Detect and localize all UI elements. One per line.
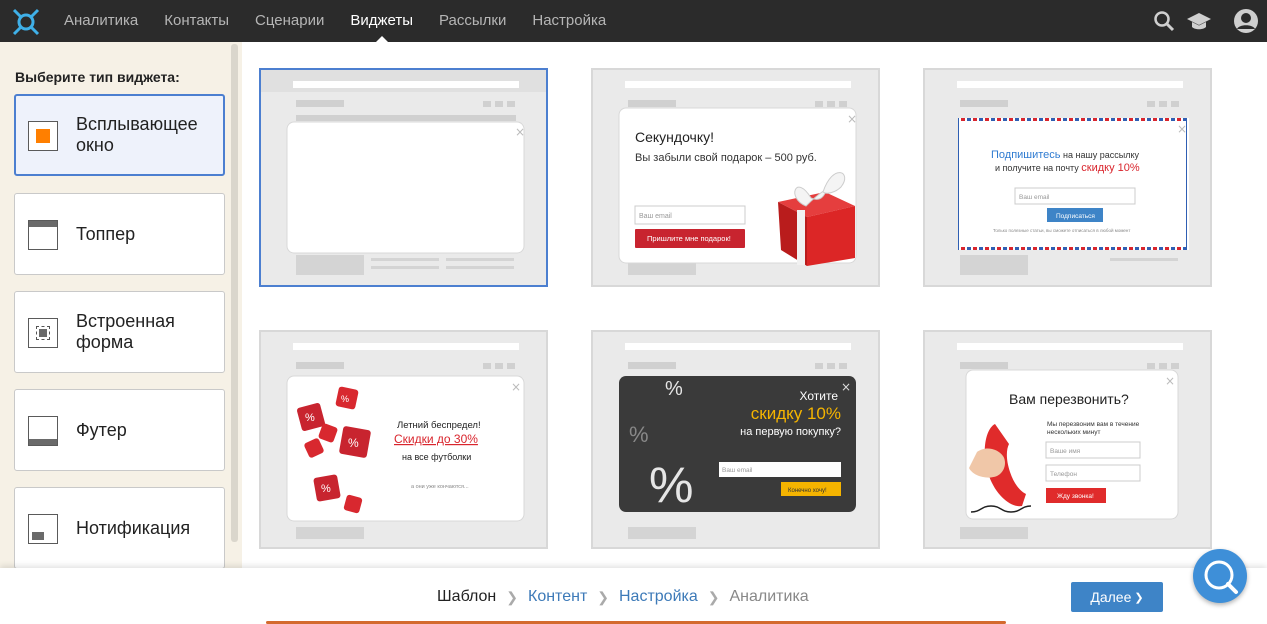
template-preview: × % % % % Летний беспредел! Скидки до 30… bbox=[261, 332, 546, 547]
dark-line3: на первую покупку? bbox=[740, 426, 841, 438]
widget-type-embedded-form[interactable]: Встроенная форма bbox=[14, 291, 225, 373]
template-newsletter-popup[interactable]: × Подпишитесь на нашу рассылку и получит… bbox=[923, 68, 1212, 287]
callback-button-label: Жду звонка! bbox=[1057, 493, 1094, 500]
template-blank-popup[interactable]: × bbox=[259, 68, 548, 287]
svg-text:%: % bbox=[348, 436, 359, 450]
template-dice-popup[interactable]: × % % % % Летний беспредел! Скидки до 30… bbox=[259, 330, 548, 549]
step-analytics: Аналитика bbox=[729, 588, 809, 605]
callback-title: Вам перезвонить? bbox=[1009, 391, 1129, 407]
search-icon[interactable] bbox=[1153, 10, 1175, 32]
template-dark-popup[interactable]: × % % % Хотите скидку 10% на первую поку… bbox=[591, 330, 880, 549]
dark-line2: скидку 10% bbox=[751, 404, 841, 423]
callback-subtitle1: Мы перезвоним вам в течение bbox=[1047, 421, 1140, 428]
notification-icon bbox=[28, 514, 58, 544]
widget-type-label: Футер bbox=[76, 419, 127, 440]
widget-type-notification[interactable]: Нотификация bbox=[14, 487, 225, 569]
newsletter-headline: Подпишитесь на нашу рассылку bbox=[991, 149, 1139, 161]
callback-name-placeholder: Ваше имя bbox=[1050, 448, 1081, 455]
nav-item-analytics[interactable]: Аналитика bbox=[64, 0, 138, 42]
nav-item-scenarios[interactable]: Сценарии bbox=[255, 0, 324, 42]
svg-text:×: × bbox=[847, 112, 857, 126]
graduation-cap-icon[interactable] bbox=[1186, 10, 1212, 32]
template-gift-popup[interactable]: × Секундочку! Вы забыли свой подарок – 5… bbox=[591, 68, 880, 287]
svg-text:×: × bbox=[1165, 374, 1175, 388]
dice-line1: Летний беспредел! bbox=[397, 420, 481, 431]
svg-text:×: × bbox=[841, 380, 851, 394]
logo-icon[interactable] bbox=[10, 6, 42, 38]
template-preview: × Подпишитесь на нашу рассылку и получит… bbox=[925, 70, 1210, 285]
footer-icon bbox=[28, 416, 58, 446]
sidebar-heading: Выберите тип виджета: bbox=[15, 69, 180, 85]
widget-type-popup[interactable]: Всплывающее окно bbox=[14, 94, 225, 176]
gift-button-label: Пришлите мне подарок! bbox=[647, 234, 731, 243]
chevron-right-icon: ❯ bbox=[1134, 591, 1144, 604]
nav-item-contacts[interactable]: Контакты bbox=[164, 0, 229, 42]
dark-button-label: Конечно хочу! bbox=[788, 488, 827, 494]
callback-phone-placeholder: Телефон bbox=[1050, 471, 1077, 478]
top-navbar: Аналитика Контакты Сценарии Виджеты Расс… bbox=[0, 0, 1267, 42]
svg-text:×: × bbox=[1177, 122, 1187, 136]
widget-type-footer[interactable]: Футер bbox=[14, 389, 225, 471]
topper-icon bbox=[28, 220, 58, 250]
svg-text:×: × bbox=[511, 380, 521, 394]
template-preview: × bbox=[261, 70, 546, 285]
chevron-right-icon: ❯ bbox=[707, 588, 720, 605]
widget-type-topper[interactable]: Топпер bbox=[14, 193, 225, 275]
widget-type-label: Встроенная форма bbox=[76, 311, 175, 352]
gift-subtitle: Вы забыли свой подарок – 500 руб. bbox=[635, 152, 817, 164]
widget-type-label: Всплывающее окно bbox=[76, 114, 198, 155]
widget-type-label: Топпер bbox=[76, 223, 136, 244]
sidebar-scrollbar[interactable] bbox=[231, 44, 238, 542]
dice-line3: на все футболки bbox=[402, 452, 471, 462]
svg-text:%: % bbox=[321, 483, 331, 495]
dark-line1: Хотите bbox=[799, 389, 838, 403]
svg-text:%: % bbox=[341, 394, 349, 404]
template-preview: × Секундочку! Вы забыли свой подарок – 5… bbox=[593, 70, 878, 285]
template-callback-popup[interactable]: × Вам перезвонить? Мы перезвоним вам в т… bbox=[923, 330, 1212, 549]
next-button-label: Далее bbox=[1090, 589, 1132, 605]
nav-item-settings[interactable]: Настройка bbox=[532, 0, 606, 42]
wizard-footer: Шаблон ❯ Контент ❯ Настройка ❯ Аналитика… bbox=[0, 568, 1267, 624]
chevron-right-icon: ❯ bbox=[597, 588, 609, 605]
dice-note: а они уже кончаются... bbox=[411, 484, 469, 490]
wizard-steps: Шаблон ❯ Контент ❯ Настройка ❯ Аналитика bbox=[437, 588, 819, 606]
svg-text:×: × bbox=[515, 125, 525, 139]
popup-icon bbox=[28, 121, 58, 151]
gift-email-placeholder: Ваш email bbox=[639, 213, 672, 220]
dice-line2: Скидки до 30% bbox=[394, 432, 478, 446]
dark-email-placeholder: Ваш email bbox=[722, 467, 753, 474]
svg-text:%: % bbox=[305, 412, 315, 424]
step-settings[interactable]: Настройка bbox=[619, 588, 698, 606]
svg-text:%: % bbox=[629, 422, 649, 447]
nav-item-widgets[interactable]: Виджеты bbox=[350, 0, 413, 42]
step-content[interactable]: Контент bbox=[528, 588, 587, 606]
widget-type-sidebar: Выберите тип виджета: Всплывающее окно Т… bbox=[0, 42, 242, 569]
callback-subtitle2: нескольких минут bbox=[1047, 429, 1100, 436]
template-preview: × Вам перезвонить? Мы перезвоним вам в т… bbox=[925, 332, 1210, 547]
embedded-form-icon bbox=[28, 318, 58, 348]
newsletter-email-placeholder: Ваш email bbox=[1019, 194, 1050, 201]
template-gallery: × × Секундочку! Вы забыли свой подарок –… bbox=[244, 42, 1267, 568]
svg-text:%: % bbox=[649, 457, 693, 513]
newsletter-button-label: Подписаться bbox=[1056, 213, 1095, 220]
widget-type-label: Нотификация bbox=[76, 517, 191, 538]
next-button[interactable]: Далее ❯ bbox=[1071, 582, 1163, 612]
svg-text:и получите на почту скидку 10%: и получите на почту скидку 10% bbox=[995, 162, 1140, 174]
newsletter-note: Только полезные статьи, вы сможете отпис… bbox=[993, 227, 1130, 233]
step-template[interactable]: Шаблон bbox=[437, 588, 496, 606]
search-icon bbox=[1204, 560, 1238, 594]
svg-text:%: % bbox=[665, 378, 683, 400]
template-preview: × % % % Хотите скидку 10% на первую поку… bbox=[593, 332, 878, 547]
nav-item-mailings[interactable]: Рассылки bbox=[439, 0, 506, 42]
gift-title: Секундочку! bbox=[635, 129, 714, 145]
help-search-button[interactable] bbox=[1193, 549, 1247, 603]
user-avatar-icon[interactable] bbox=[1233, 8, 1259, 34]
chevron-right-icon: ❯ bbox=[506, 588, 518, 605]
